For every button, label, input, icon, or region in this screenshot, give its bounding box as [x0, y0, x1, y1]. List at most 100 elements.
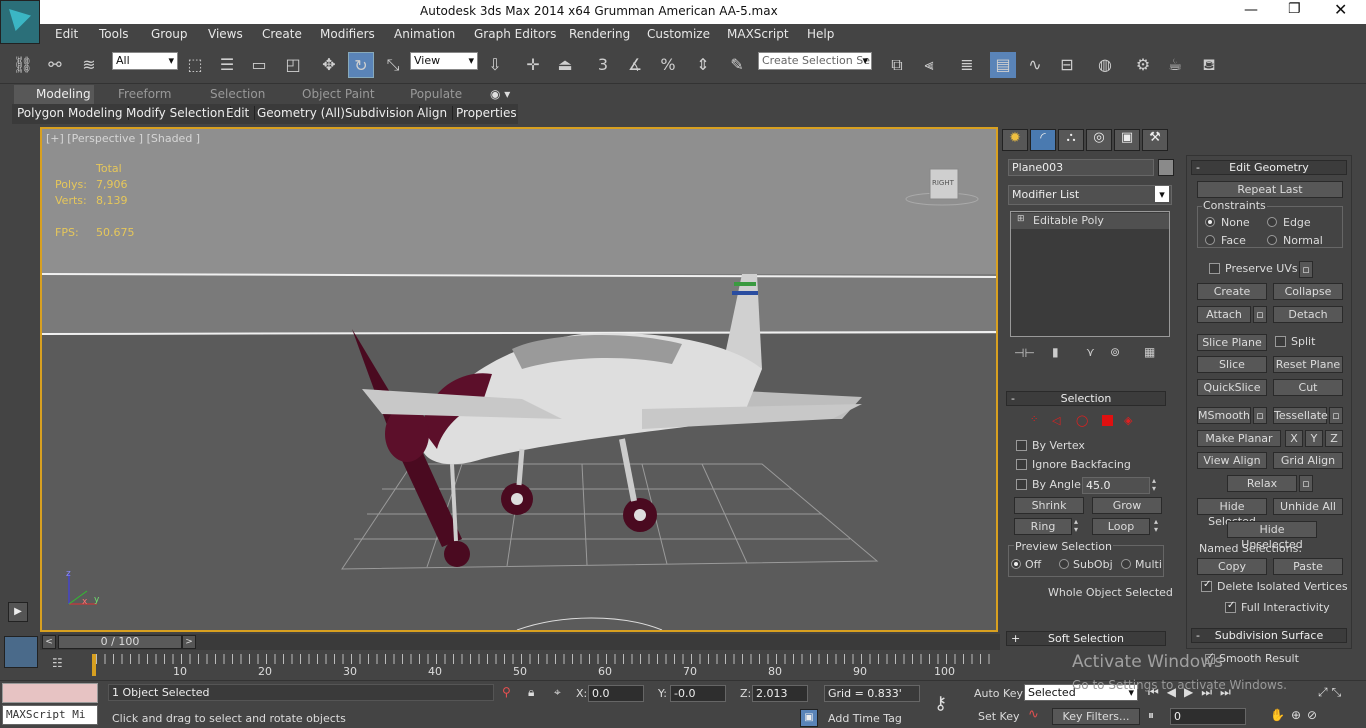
create-tab-icon[interactable]: ✹ [1002, 129, 1028, 151]
planar-x-button[interactable]: X [1285, 430, 1303, 447]
add-time-tag[interactable]: Add Time Tag [828, 712, 902, 725]
menu-customize[interactable]: Customize [647, 27, 710, 41]
tab-freeform[interactable]: Freeform [118, 87, 171, 101]
motion-tab-icon[interactable]: ◎ [1086, 129, 1112, 151]
make-planar-button[interactable]: Make Planar [1197, 430, 1281, 447]
unhide-all-button[interactable]: Unhide All [1273, 498, 1343, 515]
current-frame-field[interactable]: 0 [1170, 708, 1246, 725]
split-checkbox[interactable] [1275, 336, 1286, 347]
by-vertex-checkbox[interactable] [1016, 440, 1027, 451]
time-prev-icon[interactable]: < [42, 635, 56, 649]
keyboard-shortcut-icon[interactable]: ⏏ [552, 52, 578, 78]
grow-button[interactable]: Grow [1092, 497, 1162, 514]
preview-multi-radio[interactable] [1121, 559, 1131, 569]
reset-plane-button[interactable]: Reset Plane [1273, 356, 1343, 373]
hide-selected-button[interactable]: Hide Selected [1197, 498, 1267, 528]
constraint-none-radio[interactable] [1205, 217, 1215, 227]
by-angle-checkbox[interactable] [1016, 479, 1027, 490]
scale-icon[interactable]: ⤡ [380, 52, 406, 78]
window-crossing-icon[interactable]: ◰ [280, 52, 306, 78]
viewport-nav-icons[interactable]: ✋⊕⊘ [1270, 708, 1323, 722]
stack-expand-icon[interactable]: ⊞ [1017, 214, 1025, 224]
close-icon[interactable]: ✕ [1334, 0, 1347, 19]
repeat-last-button[interactable]: Repeat Last [1197, 181, 1343, 198]
rotate-icon[interactable]: ↻ [348, 52, 374, 78]
delete-isolated-checkbox[interactable] [1201, 579, 1212, 592]
edit-geometry-header[interactable]: - Edit Geometry [1191, 160, 1347, 175]
angle-snap-icon[interactable]: ∡ [622, 52, 648, 78]
mirror-icon[interactable]: ⧉ [884, 52, 910, 78]
attach-settings-button[interactable]: ▫ [1253, 306, 1267, 323]
time-tag-icon[interactable]: ▣ [800, 709, 818, 727]
rect-selection-icon[interactable]: ▭ [246, 52, 272, 78]
configure-sets-icon[interactable]: ▦ [1144, 345, 1155, 359]
schematic-view-icon[interactable]: ⊟ [1054, 52, 1080, 78]
menu-graph-editors[interactable]: Graph Editors [474, 27, 556, 41]
tab-populate[interactable]: Populate [410, 87, 462, 101]
constraint-normal-radio[interactable] [1267, 235, 1277, 245]
time-next-icon[interactable]: > [182, 635, 196, 649]
menu-rendering[interactable]: Rendering [569, 27, 630, 41]
spinner-snap-icon[interactable]: ⇕ [690, 52, 716, 78]
pin-stack-icon[interactable]: ⊣⊢ [1014, 346, 1035, 360]
track-bar[interactable]: ☷ 10 20 30 40 50 60 70 80 90 100 [0, 650, 1000, 680]
viewcube-face-label[interactable]: RIGHT [932, 179, 954, 187]
remove-modifier-icon[interactable]: ⊚ [1110, 345, 1120, 359]
zoom-extents-icons[interactable]: ⤢⤡ [1318, 685, 1345, 700]
perspective-viewport[interactable]: [+] [Perspective ] [Shaded ] Total Polys… [40, 127, 998, 632]
reference-coord-dropdown[interactable]: View ▾ [410, 52, 478, 70]
align-icon[interactable]: ⫷ [916, 52, 942, 78]
make-unique-icon[interactable]: ⋎ [1086, 345, 1095, 359]
key-curve-icon[interactable]: ∿ [1028, 707, 1039, 722]
constraint-edge-radio[interactable] [1267, 217, 1277, 227]
soft-selection-header[interactable]: + Soft Selection [1006, 631, 1166, 646]
group-polygon-modeling[interactable]: Polygon Modeling [17, 106, 129, 120]
ribbon-options-icon[interactable]: ◉ ▾ [490, 87, 510, 101]
preserve-uvs-settings-button[interactable]: ▫ [1299, 261, 1313, 278]
menu-tools[interactable]: Tools [99, 27, 129, 41]
isolate-icon[interactable]: ⚲ [502, 685, 511, 699]
absolute-mode-icon[interactable]: ⌖ [554, 685, 561, 700]
curve-editor-icon[interactable]: ∿ [1022, 52, 1048, 78]
loop-spinner-arrows[interactable]: ▴ ▾ [1154, 518, 1158, 534]
set-key-button[interactable]: Set Key [978, 710, 1020, 723]
minimize-icon[interactable]: — [1244, 2, 1258, 18]
group-edit[interactable]: Edit [226, 106, 256, 120]
ribbon-toggle-icon[interactable]: ▤ [990, 52, 1016, 78]
modifier-list-dropdown[interactable]: Modifier List ▾ [1008, 185, 1172, 205]
preserve-uvs-checkbox[interactable] [1209, 263, 1220, 274]
select-object-icon[interactable]: ⬚ [182, 52, 208, 78]
selection-rollout-header[interactable]: - Selection [1006, 391, 1166, 406]
border-icon[interactable]: ◯ [1076, 414, 1088, 427]
constraint-face-radio[interactable] [1205, 235, 1215, 245]
utilities-tab-icon[interactable]: ⚒ [1142, 129, 1168, 151]
cut-button[interactable]: Cut [1273, 379, 1343, 396]
time-slider[interactable]: < 0 / 100 > [40, 634, 1000, 650]
menu-edit[interactable]: Edit [55, 27, 78, 41]
tab-modeling[interactable]: Modeling [36, 87, 91, 101]
planar-z-button[interactable]: Z [1325, 430, 1343, 447]
menu-maxscript[interactable]: MAXScript [727, 27, 789, 41]
maxscript-input[interactable]: MAXScript Mi [2, 705, 98, 725]
full-interactivity-checkbox[interactable] [1225, 600, 1236, 613]
key-filters-button[interactable]: Key Filters... [1052, 708, 1140, 725]
move-icon[interactable]: ✥ [316, 52, 342, 78]
menu-help[interactable]: Help [807, 27, 834, 41]
app-logo-button[interactable] [0, 0, 40, 44]
edit-named-sel-icon[interactable]: ✎ [724, 52, 750, 78]
tessellate-button[interactable]: Tessellate [1273, 407, 1328, 424]
pivot-icon[interactable]: ⇩ [482, 52, 508, 78]
menu-views[interactable]: Views [208, 27, 243, 41]
z-coord-field[interactable]: 2.013 [752, 685, 808, 702]
play-mini-icon[interactable]: ▶ [8, 602, 28, 622]
smooth-result-checkbox[interactable]: ✓ [1205, 652, 1215, 664]
group-align[interactable]: Align [417, 106, 454, 120]
menu-animation[interactable]: Animation [394, 27, 455, 41]
vertex-icon[interactable]: ⁘ [1030, 414, 1038, 425]
collapse-button[interactable]: Collapse [1273, 283, 1343, 300]
attach-button[interactable]: Attach [1197, 306, 1251, 323]
link-icon[interactable]: ⛓ [10, 52, 36, 78]
maxscript-listener-output[interactable] [2, 683, 98, 703]
group-geometry-all[interactable]: Geometry (All) [257, 106, 351, 120]
y-coord-field[interactable]: -0.0 [670, 685, 726, 702]
